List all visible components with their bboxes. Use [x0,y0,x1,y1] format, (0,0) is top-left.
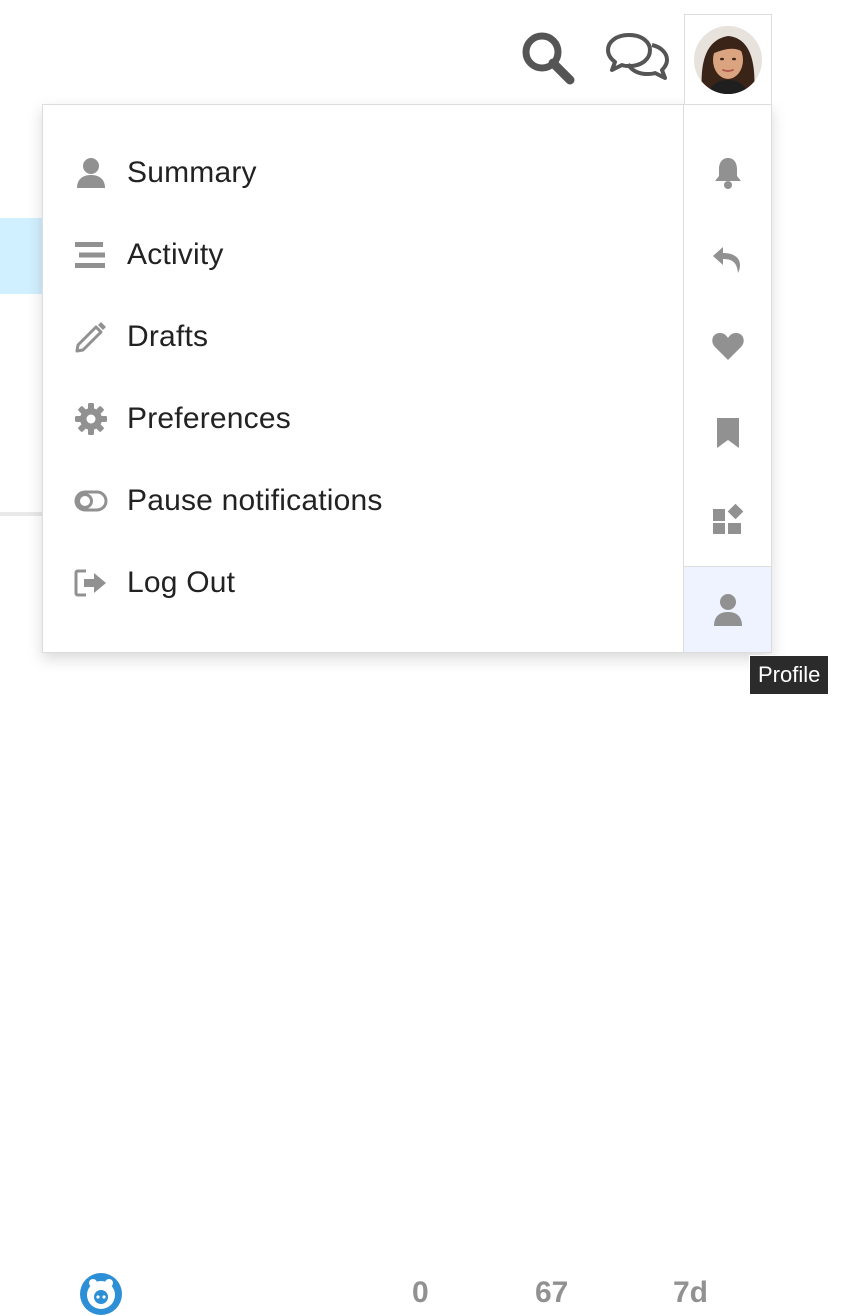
bell-icon [714,158,741,189]
menu-item-label: Activity [127,238,224,271]
tab-replies[interactable] [684,217,771,303]
menu-item-preferences[interactable]: Preferences [73,394,291,444]
menu-item-label: Log Out [127,566,236,599]
pencil-icon [73,321,109,353]
user-avatar-button[interactable] [684,14,772,104]
shapes-icon [712,503,743,534]
user-menu-panel: Summary Activity Drafts Preferences Paus… [42,104,772,653]
reply-icon [712,247,740,273]
menu-item-summary[interactable]: Summary [73,148,257,198]
profile-tooltip: Profile [749,655,830,695]
tab-other[interactable] [684,476,771,562]
menu-item-label: Summary [127,156,257,189]
menu-item-log-out[interactable]: Log Out [73,558,235,608]
activity-age: 7d [673,1276,709,1309]
sign-out-icon [73,567,109,599]
user-icon [73,157,109,189]
menu-item-label: Preferences [127,402,291,435]
avatar [694,25,762,94]
tab-profile[interactable] [684,566,771,652]
menu-item-pause-notifications[interactable]: Pause notifications [73,476,383,526]
toggle-off-icon [73,485,109,517]
category-logo-icon [80,1273,122,1315]
background-divider [0,512,44,516]
menu-item-label: Pause notifications [127,484,383,517]
chat-icon [606,33,669,80]
views-count: 67 [535,1276,569,1309]
bookmark-icon [716,418,739,448]
user-menu-tabs [683,105,771,652]
search-icon [522,32,575,85]
tab-bookmarks[interactable] [684,390,771,476]
heart-icon [711,333,744,360]
tab-notifications[interactable] [684,130,771,216]
user-icon [713,593,742,626]
user-menu-list: Summary Activity Drafts Preferences Paus… [43,105,685,652]
search-button[interactable] [512,24,582,90]
activity-lines-icon [73,239,109,271]
chat-button[interactable] [600,24,676,90]
tab-likes[interactable] [684,303,771,389]
menu-item-drafts[interactable]: Drafts [73,312,208,362]
menu-item-activity[interactable]: Activity [73,230,224,280]
background-highlighted-row [0,218,44,294]
gear-icon [73,403,109,435]
menu-item-label: Drafts [127,320,209,353]
replies-count: 0 [412,1276,429,1309]
